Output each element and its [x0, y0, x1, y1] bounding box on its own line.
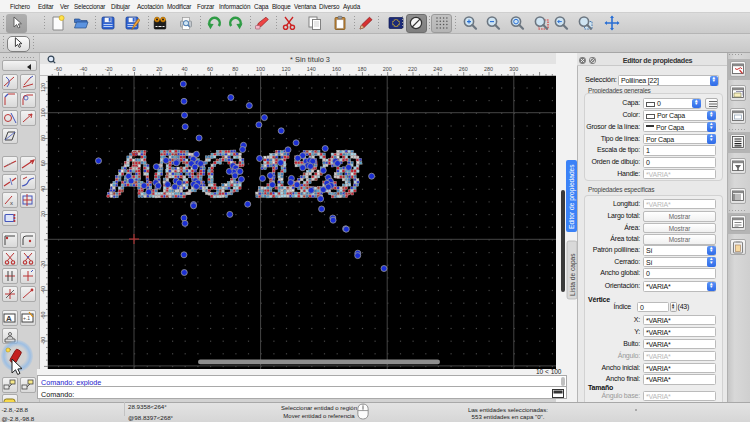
svg-text:-20: -20: [105, 66, 113, 72]
svg-text:280: 280: [484, 66, 493, 72]
svg-text:200: 200: [383, 66, 392, 72]
svg-text:0: 0: [133, 66, 136, 72]
svg-text:240: 240: [433, 66, 442, 72]
svg-text:180: 180: [357, 66, 366, 72]
svg-text:40: 40: [182, 66, 188, 72]
svg-text:220: 220: [408, 66, 417, 72]
svg-text:160: 160: [332, 66, 341, 72]
svg-text:-40: -40: [80, 66, 88, 72]
svg-text:60: 60: [207, 66, 213, 72]
svg-text:80: 80: [232, 66, 238, 72]
svg-text:300: 300: [509, 66, 518, 72]
svg-text:20: 20: [156, 66, 162, 72]
svg-text:120: 120: [281, 66, 290, 72]
svg-text:260: 260: [459, 66, 468, 72]
svg-text:-60: -60: [54, 66, 62, 72]
svg-text:100: 100: [256, 66, 265, 72]
svg-text:140: 140: [307, 66, 316, 72]
